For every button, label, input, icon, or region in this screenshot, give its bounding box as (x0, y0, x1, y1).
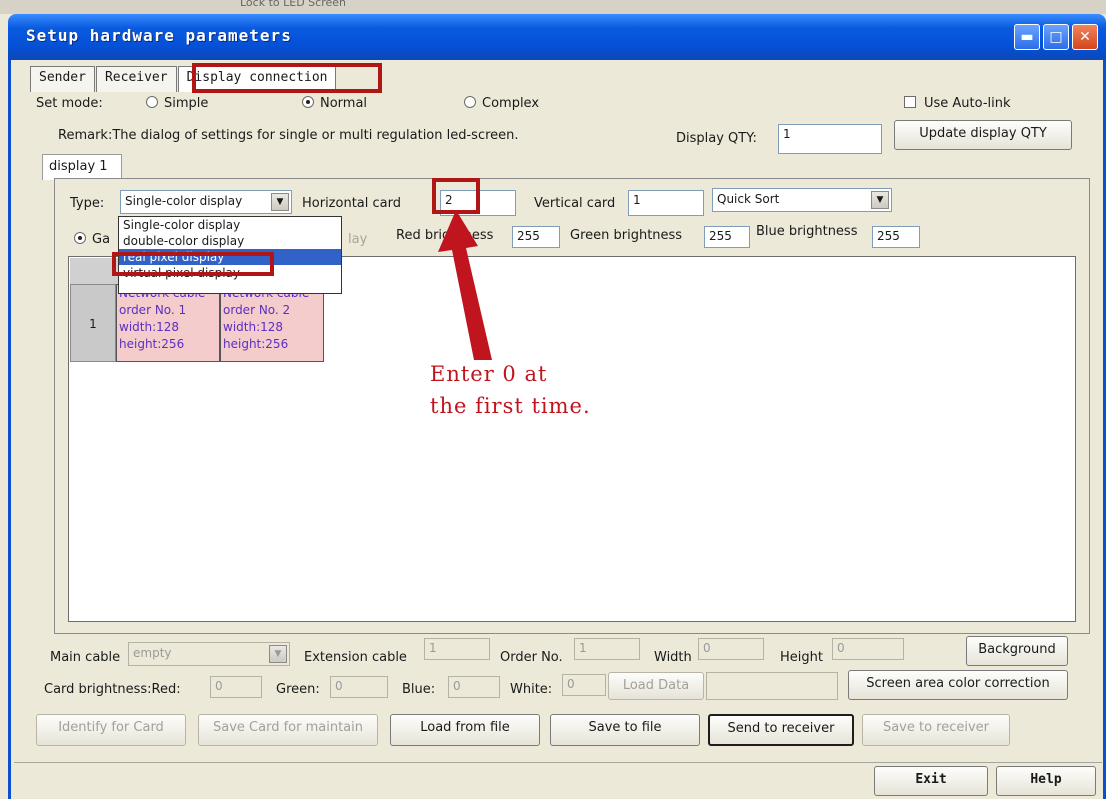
annotation-line-2: the first time. (430, 394, 591, 418)
minimize-icon[interactable]: ▬ (1014, 24, 1040, 50)
display-qty-label: Display QTY: (676, 131, 757, 146)
gray-mode-radio[interactable]: Ga (74, 232, 110, 247)
type-label: Type: (70, 196, 105, 211)
load-data-path-input[interactable] (706, 672, 838, 700)
main-cable-value: empty (133, 646, 172, 660)
chevron-down-icon: ▼ (269, 645, 287, 663)
radio-icon (146, 96, 158, 108)
window-title: Setup hardware parameters (26, 26, 292, 45)
save-card-for-maintain-button[interactable]: Save Card for maintain (198, 714, 378, 746)
identify-for-card-button[interactable]: Identify for Card (36, 714, 186, 746)
cell-order: order No. 1 (119, 303, 187, 317)
main-cable-select[interactable]: empty ▼ (128, 642, 290, 666)
mode-simple-label: Simple (164, 96, 209, 111)
main-cable-label: Main cable (50, 650, 121, 665)
network-cable-cell[interactable]: Network cable order No. 2 width:128 heig… (220, 284, 324, 362)
card-blue-label: Blue: (402, 682, 436, 697)
gray-mode-label: Ga (92, 232, 111, 247)
load-data-button[interactable]: Load Data (608, 672, 704, 700)
update-display-qty-button[interactable]: Update display QTY (894, 120, 1072, 150)
network-cable-cell[interactable]: Network cable order No. 1 width:128 heig… (116, 284, 220, 362)
cell-width: width:128 (223, 320, 284, 334)
cell-width: width:128 (119, 320, 180, 334)
vertical-card-input[interactable]: 1 (628, 190, 704, 216)
mode-complex-radio[interactable]: Complex (464, 96, 539, 111)
card-brightness-label: Card brightness:Red: (44, 682, 181, 697)
tab-receiver[interactable]: Receiver (95, 66, 177, 92)
chevron-down-icon: ▼ (271, 193, 289, 211)
display-qty-input[interactable]: 1 (778, 124, 882, 154)
sort-select-value: Quick Sort (717, 192, 780, 206)
order-no-input[interactable]: 1 (574, 638, 640, 660)
height-input[interactable]: 0 (832, 638, 904, 660)
order-no-label: Order No. (500, 650, 563, 665)
chevron-down-icon: ▼ (871, 191, 889, 209)
horizontal-card-highlight-box (432, 178, 480, 214)
background-window-title: Lock to LED Screen (240, 0, 346, 9)
vertical-card-label: Vertical card (534, 196, 616, 211)
mode-normal-label: Normal (320, 96, 368, 111)
tab-sender[interactable]: Sender (30, 66, 95, 92)
annotation-text: Enter 0 at the first time. (430, 358, 591, 422)
extension-cable-label: Extension cable (304, 650, 407, 665)
background-window-strip: Lock to LED Screen (0, 0, 1106, 14)
cell-height: height:256 (223, 337, 289, 351)
width-input[interactable]: 0 (698, 638, 764, 660)
mode-complex-label: Complex (482, 96, 540, 111)
mode-simple-radio[interactable]: Simple (146, 96, 208, 111)
blue-brightness-label: Blue brightness (756, 224, 858, 239)
type-select[interactable]: Single-color display ▼ (120, 190, 292, 214)
width-label: Width (654, 650, 692, 665)
tab-display-1[interactable]: display 1 (42, 154, 122, 180)
display-mode-label-partial: lay (348, 232, 368, 247)
annotation-line-1: Enter 0 at (430, 362, 548, 386)
auto-link-label: Use Auto-link (924, 96, 1011, 111)
save-to-file-button[interactable]: Save to file (550, 714, 700, 746)
close-icon[interactable]: ✕ (1072, 24, 1098, 50)
set-mode-label: Set mode: (36, 96, 103, 111)
exit-button[interactable]: Exit (874, 766, 988, 796)
card-blue-input[interactable]: 0 (448, 676, 500, 698)
auto-link-checkbox[interactable]: Use Auto-link (904, 96, 1011, 111)
grid-row-header: 1 (70, 284, 116, 362)
checkbox-icon (904, 96, 916, 108)
card-red-input[interactable]: 0 (210, 676, 262, 698)
card-green-label: Green: (276, 682, 320, 697)
maximize-icon[interactable]: □ (1043, 24, 1069, 50)
blue-brightness-input[interactable]: 255 (872, 226, 920, 248)
height-label: Height (780, 650, 823, 665)
screen-area-color-correction-button[interactable]: Screen area color correction (848, 670, 1068, 700)
card-white-label: White: (510, 682, 553, 697)
card-white-input[interactable]: 0 (562, 674, 606, 696)
help-button[interactable]: Help (996, 766, 1096, 796)
extension-cable-input[interactable]: 1 (424, 638, 490, 660)
load-from-file-button[interactable]: Load from file (390, 714, 540, 746)
type-select-value: Single-color display (125, 194, 243, 208)
dropdown-option[interactable]: Single-color display (119, 217, 341, 233)
save-to-receiver-button[interactable]: Save to receiver (862, 714, 1010, 746)
cell-order: order No. 2 (223, 303, 291, 317)
send-to-receiver-button[interactable]: Send to receiver (708, 714, 854, 746)
tab-highlight-box (192, 63, 382, 93)
card-green-input[interactable]: 0 (330, 676, 388, 698)
background-button[interactable]: Background (966, 636, 1068, 666)
cell-height: height:256 (119, 337, 185, 351)
green-brightness-input[interactable]: 255 (704, 226, 750, 248)
dropdown-highlight-box (112, 252, 274, 276)
green-brightness-label: Green brightness (570, 228, 683, 243)
radio-icon (464, 96, 476, 108)
dropdown-option[interactable]: double-color display (119, 233, 341, 249)
radio-selected-icon (302, 96, 314, 108)
remark-text: Remark:The dialog of settings for single… (58, 128, 519, 143)
red-arrow-icon (438, 210, 492, 360)
horizontal-card-label: Horizontal card (302, 196, 401, 211)
radio-selected-icon (74, 232, 86, 244)
mode-normal-radio[interactable]: Normal (302, 96, 367, 111)
sort-select[interactable]: Quick Sort ▼ (712, 188, 892, 212)
